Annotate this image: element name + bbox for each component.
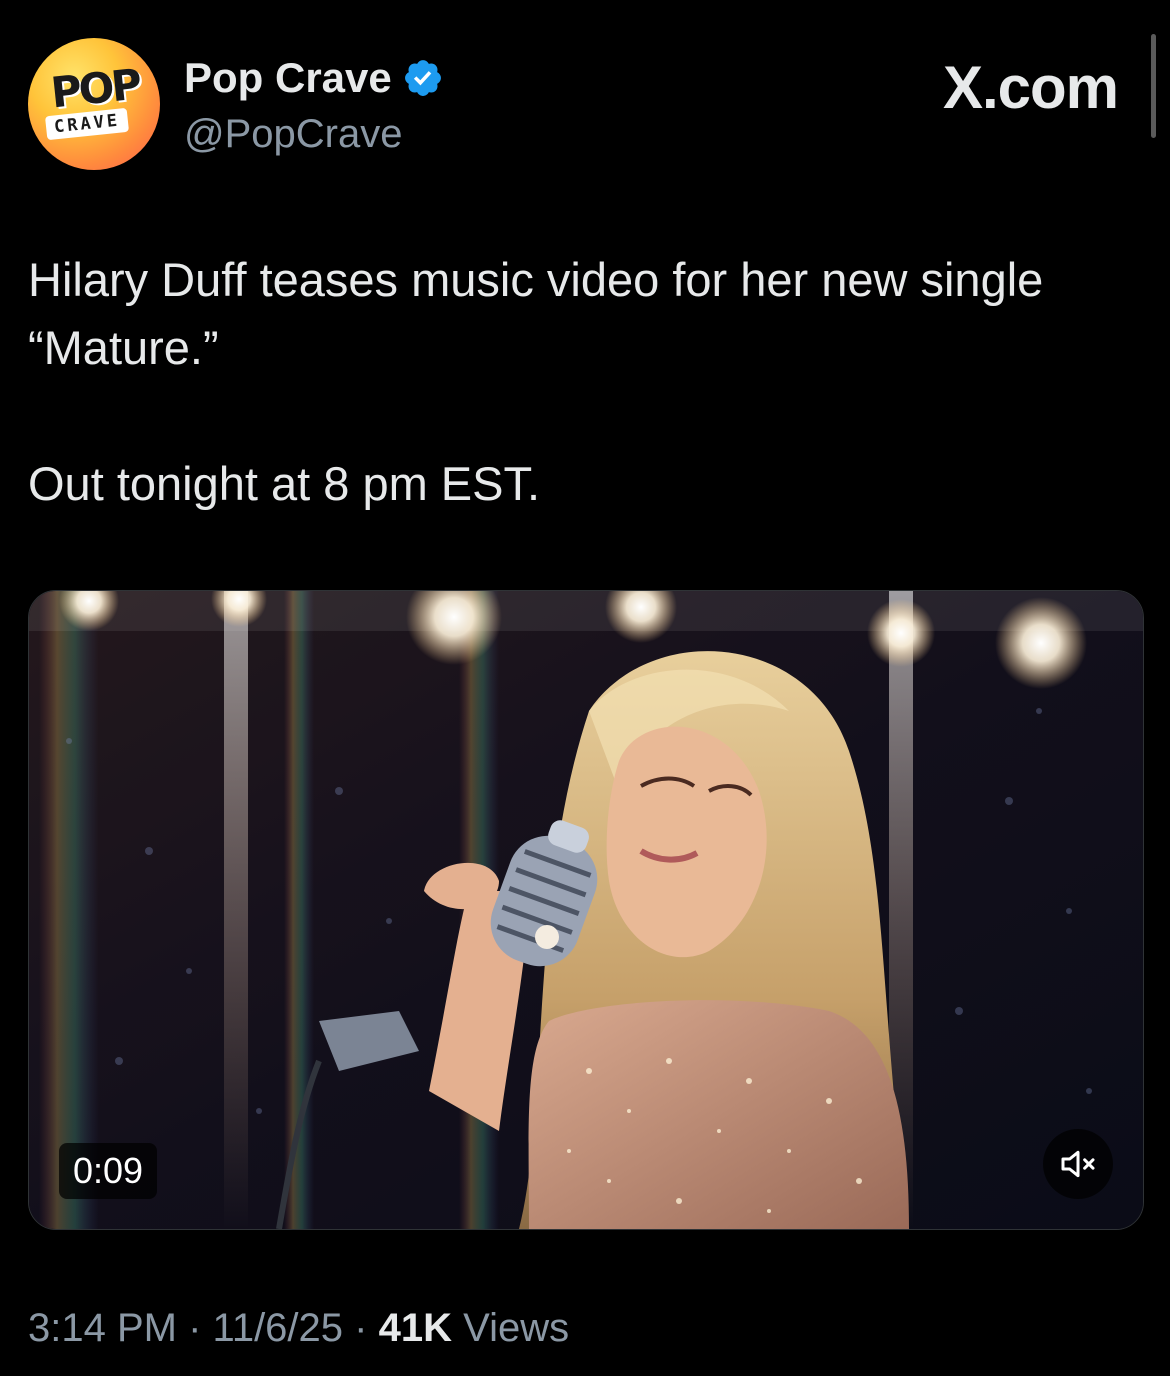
video-frame	[29, 591, 1143, 1229]
account-handle[interactable]: @PopCrave	[184, 110, 402, 158]
scroll-indicator	[1151, 34, 1156, 138]
avatar[interactable]: POP CRAVE	[28, 38, 160, 170]
tweet-header: POP CRAVE Pop Crave @PopCrave X.com	[28, 34, 1156, 174]
meta-separator: ·	[188, 1306, 202, 1350]
meta-separator: ·	[354, 1306, 368, 1350]
brand-watermark: X.com	[942, 54, 1119, 121]
video-elapsed-time: 0:09	[59, 1143, 158, 1199]
tweet-text: Hilary Duff teases music video for her n…	[28, 246, 1142, 518]
tweet-paragraph: Hilary Duff teases music video for her n…	[28, 253, 1044, 374]
name-row: Pop Crave	[184, 54, 444, 102]
views-label: Views	[463, 1306, 570, 1350]
mute-button[interactable]	[1043, 1129, 1113, 1199]
tweet-meta: 3:14 PM · 11/6/25 · 41K Views	[28, 1300, 569, 1356]
display-name[interactable]: Pop Crave	[184, 54, 392, 102]
speaker-muted-icon	[1061, 1150, 1095, 1178]
video-player[interactable]: 0:09	[28, 590, 1144, 1230]
avatar-logo-pop: POP	[48, 59, 142, 118]
tweet-paragraph: Out tonight at 8 pm EST.	[28, 457, 541, 510]
verified-badge-icon	[404, 60, 441, 96]
tweet-date[interactable]: 11/6/25	[213, 1306, 344, 1350]
views-count: 41K	[378, 1306, 453, 1350]
tweet-time[interactable]: 3:14 PM	[28, 1306, 177, 1350]
